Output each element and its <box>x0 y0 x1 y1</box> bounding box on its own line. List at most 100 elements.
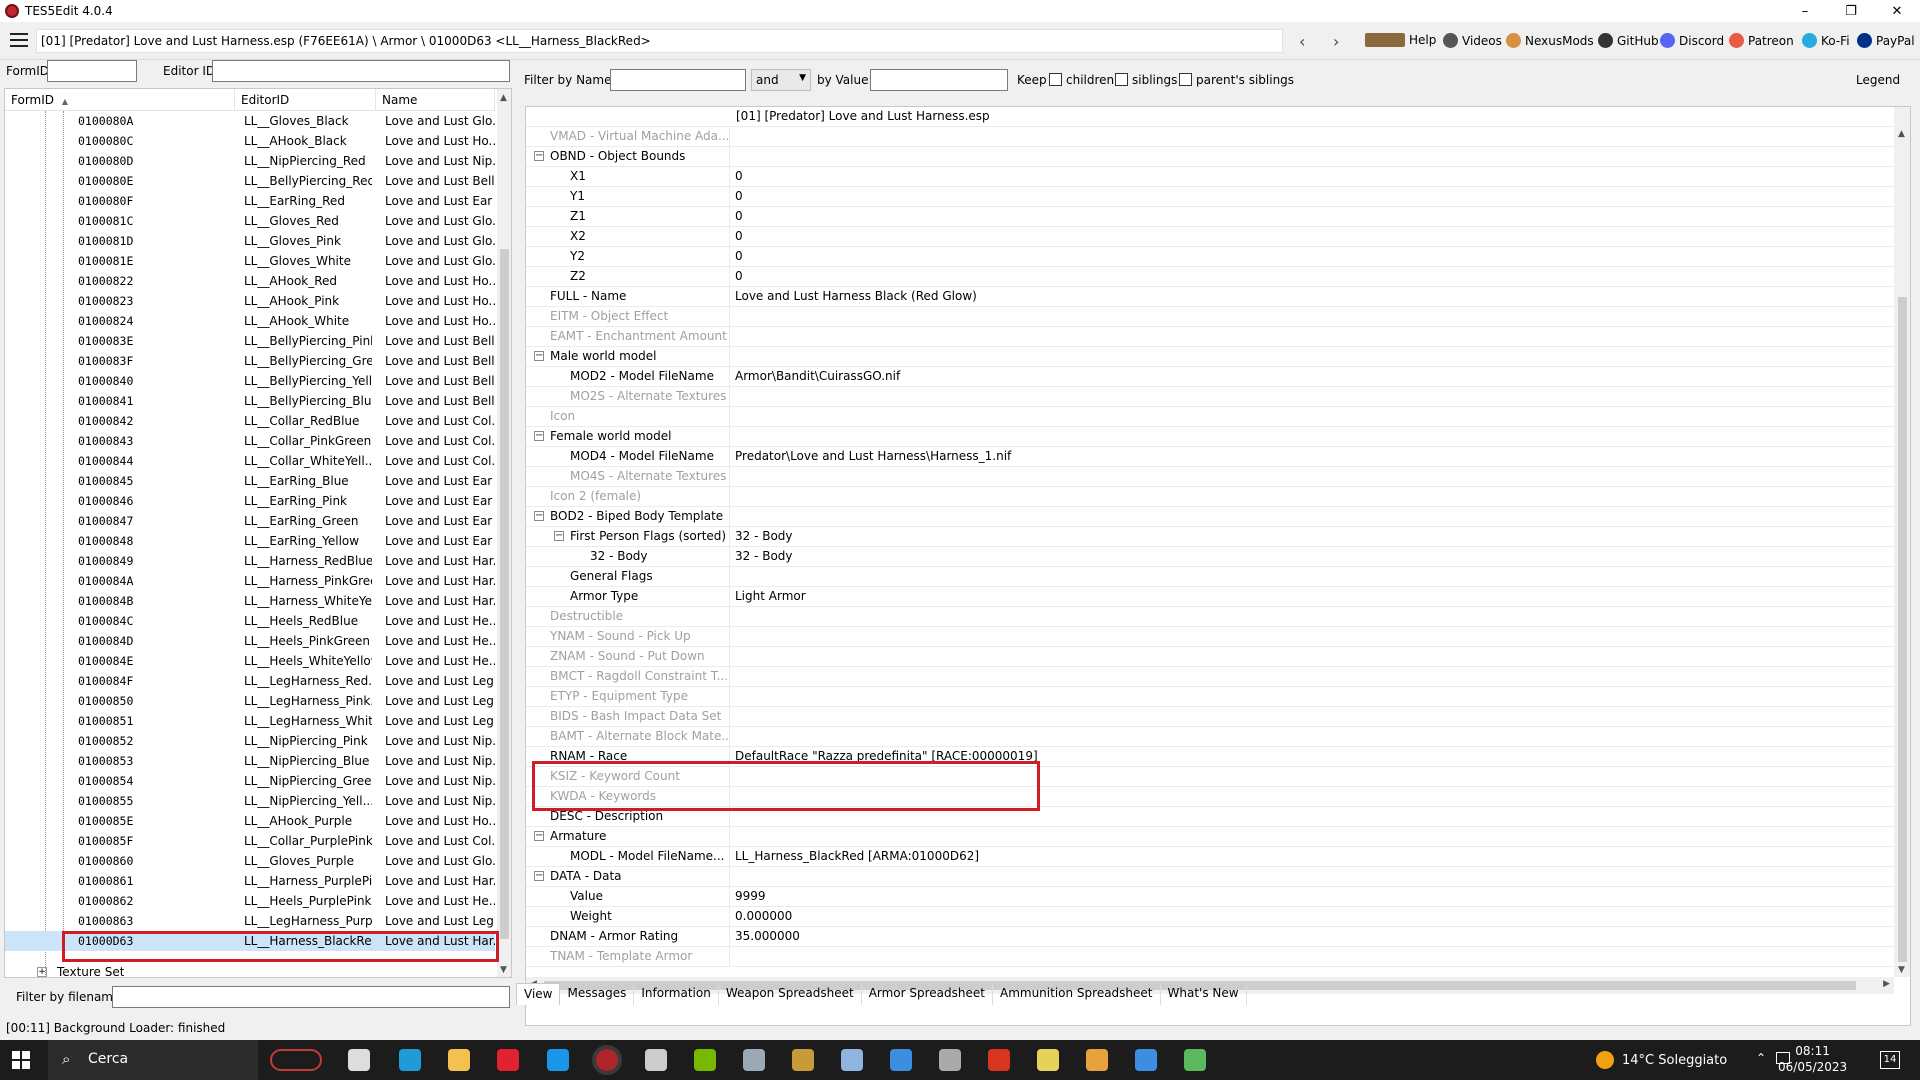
scroll-up-icon[interactable]: ▲ <box>1898 129 1905 139</box>
hamburger-menu-icon[interactable] <box>10 33 28 47</box>
table-row[interactable]: 0100084B LL__Harness_WhiteYe... Love and L… <box>5 591 495 611</box>
table-row[interactable]: 01000846 LL__EarRing_Pink Love and Lust Ea… <box>5 491 495 511</box>
record-path-field[interactable]: [01] [Predator] Love and Lust Harness.es… <box>36 29 1283 53</box>
children-checkbox[interactable] <box>1049 73 1062 86</box>
field-row[interactable]: − Female world model <box>526 427 1896 447</box>
collapse-icon[interactable]: − <box>534 351 544 361</box>
tray-chevron-icon[interactable]: ⌃ <box>1756 1051 1766 1065</box>
field-row[interactable]: Icon <box>526 407 1896 427</box>
taskbar-search[interactable]: ⌕ Cerca <box>48 1040 258 1080</box>
window2-icon[interactable] <box>1135 1049 1157 1071</box>
table-row[interactable]: 0100080F LL__EarRing_Red Love and Lust Ear… <box>5 191 495 211</box>
windows-start-icon[interactable] <box>12 1051 30 1069</box>
column-header-formid[interactable]: FormID ▲ <box>5 89 235 111</box>
field-row[interactable]: X2 0 <box>526 227 1896 247</box>
table-row[interactable]: 01000860 LL__Gloves_Purple Love and Lust G… <box>5 851 495 871</box>
table-row[interactable]: 0100080E LL__BellyPiercing_Red Love and Lu… <box>5 171 495 191</box>
filter-name-input[interactable] <box>610 69 746 91</box>
maximize-button[interactable]: ❐ <box>1828 0 1874 22</box>
table-row[interactable]: 0100084C LL__Heels_RedBlue Love and Lust H… <box>5 611 495 631</box>
table-row[interactable]: 0100084E LL__Heels_WhiteYellow Love and Lu… <box>5 651 495 671</box>
table-row[interactable]: 0100083E LL__BellyPiercing_Pink Love and L… <box>5 331 495 351</box>
field-row[interactable]: Value 9999 <box>526 887 1896 907</box>
table-row[interactable]: 01000848 LL__EarRing_Yellow Love and Lust … <box>5 531 495 551</box>
table-row[interactable]: 01000845 LL__EarRing_Blue Love and Lust Ea… <box>5 471 495 491</box>
toolbar-link-discord[interactable]: Discord <box>1660 33 1724 48</box>
table-row[interactable]: 01000842 LL__Collar_RedBlue Love and Lust … <box>5 411 495 431</box>
filezilla-icon[interactable] <box>988 1049 1010 1071</box>
field-row[interactable]: Y1 0 <box>526 187 1896 207</box>
legend-button[interactable]: Legend <box>1856 73 1900 87</box>
field-row[interactable]: EAMT - Enchantment Amount <box>526 327 1896 347</box>
task-view-icon[interactable] <box>348 1049 370 1071</box>
table-row[interactable]: 0100081D LL__Gloves_Pink Love and Lust Glo… <box>5 231 495 251</box>
window-icon[interactable] <box>890 1049 912 1071</box>
scroll-up-icon[interactable]: ▲ <box>500 93 507 103</box>
bicycle-icon[interactable] <box>270 1049 322 1071</box>
file-explorer-icon[interactable] <box>448 1049 470 1071</box>
table-row[interactable]: 0100084F LL__LegHarness_Red... Love and Lu… <box>5 671 495 691</box>
field-row[interactable]: Weight 0.000000 <box>526 907 1896 927</box>
formid-filter-input[interactable] <box>47 60 137 82</box>
tab-ammunition-spreadsheet[interactable]: Ammunition Spreadsheet <box>993 983 1161 1005</box>
field-row[interactable]: General Flags <box>526 567 1896 587</box>
steam-icon[interactable] <box>743 1049 765 1071</box>
toolbar-link-github[interactable]: GitHub <box>1598 33 1659 48</box>
collapse-icon[interactable]: − <box>534 431 544 441</box>
close-button[interactable]: ✕ <box>1874 0 1920 22</box>
table-row[interactable]: 0100085E LL__AHook_Purple Love and Lust Ho… <box>5 811 495 831</box>
table-row[interactable]: 01000850 LL__LegHarness_Pink... Love and L… <box>5 691 495 711</box>
edge-icon[interactable] <box>399 1049 421 1071</box>
field-row[interactable]: MO4S - Alternate Textures <box>526 467 1896 487</box>
operator-select[interactable]: and ▼ <box>751 69 811 91</box>
tes5edit-icon[interactable] <box>596 1049 618 1071</box>
field-row[interactable]: DNAM - Armor Rating 35.000000 <box>526 927 1896 947</box>
table-row[interactable]: 01000853 LL__NipPiercing_Blue Love and Lus… <box>5 751 495 771</box>
siblings-checkbox[interactable] <box>1115 73 1128 86</box>
calculator-icon[interactable] <box>939 1049 961 1071</box>
taskbar-clock[interactable]: 08:11 06/05/2023 <box>1778 1043 1847 1075</box>
table-row[interactable]: 0100080A LL__Gloves_Black Love and Lust Gl… <box>5 111 495 131</box>
field-row[interactable]: MODL - Model FileName... LL_Harness_Black… <box>526 847 1896 867</box>
column-header-editorid[interactable]: EditorID <box>235 89 376 111</box>
editorid-filter-input[interactable] <box>212 60 510 82</box>
table-row[interactable]: 0100085F LL__Collar_PurplePink Love and Lu… <box>5 831 495 851</box>
table-row[interactable]: 0100081C LL__Gloves_Red Love and Lust Glo.… <box>5 211 495 231</box>
toolbar-link-ko-fi[interactable]: Ko-Fi <box>1802 33 1850 48</box>
collapse-icon[interactable]: − <box>534 151 544 161</box>
table-row[interactable]: 0100080D LL__NipPiercing_Red Love and Lust… <box>5 151 495 171</box>
table-row[interactable]: 01000823 LL__AHook_Pink Love and Lust Ho..… <box>5 291 495 311</box>
tree-scrollbar[interactable]: ▲ ▼ <box>497 89 511 977</box>
field-row[interactable]: Armor Type Light Armor <box>526 587 1896 607</box>
field-row[interactable]: 32 - Body 32 - Body <box>526 547 1896 567</box>
field-row[interactable]: ETYP - Equipment Type <box>526 687 1896 707</box>
table-row[interactable]: 01000852 LL__NipPiercing_Pink Love and Lus… <box>5 731 495 751</box>
tab-what-s-new[interactable]: What's New <box>1161 983 1247 1005</box>
table-row[interactable]: 01000844 LL__Collar_WhiteYell... Love and … <box>5 451 495 471</box>
arrow-icon[interactable] <box>1086 1049 1108 1071</box>
field-row[interactable]: BIDS - Bash Impact Data Set <box>526 707 1896 727</box>
tree-scroll-thumb[interactable] <box>500 249 509 939</box>
toolbar-link-help[interactable]: Help <box>1365 33 1436 47</box>
nvidia-icon[interactable] <box>694 1049 716 1071</box>
toolbar-link-nexusmods[interactable]: NexusMods <box>1506 33 1594 48</box>
opera-icon[interactable] <box>497 1049 519 1071</box>
by-value-input[interactable] <box>870 69 1008 91</box>
field-row[interactable]: MOD4 - Model FileName Predator\Love and L… <box>526 447 1896 467</box>
table-row[interactable]: 01000841 LL__BellyPiercing_Blue Love and L… <box>5 391 495 411</box>
collapse-icon[interactable]: − <box>534 511 544 521</box>
field-row[interactable]: − OBND - Object Bounds <box>526 147 1896 167</box>
grid-scrollbar[interactable]: ▲ ▼ <box>1894 107 1910 977</box>
field-row[interactable]: MOD2 - Model FileName Armor\Bandit\Cuiras… <box>526 367 1896 387</box>
table-row[interactable]: 01000840 LL__BellyPiercing_Yell... Love an… <box>5 371 495 391</box>
collapse-icon[interactable]: − <box>534 831 544 841</box>
expand-icon[interactable]: + <box>37 967 47 977</box>
field-row[interactable]: Z1 0 <box>526 207 1896 227</box>
field-row[interactable]: − Male world model <box>526 347 1896 367</box>
field-row[interactable]: − BOD2 - Biped Body Template <box>526 507 1896 527</box>
table-row[interactable]: 01000849 LL__Harness_RedBlue Love and Lust… <box>5 551 495 571</box>
parents-siblings-checkbox[interactable] <box>1179 73 1192 86</box>
tab-weapon-spreadsheet[interactable]: Weapon Spreadsheet <box>719 983 862 1005</box>
field-row[interactable]: VMAD - Virtual Machine Ada... <box>526 127 1896 147</box>
field-row[interactable]: Z2 0 <box>526 267 1896 287</box>
